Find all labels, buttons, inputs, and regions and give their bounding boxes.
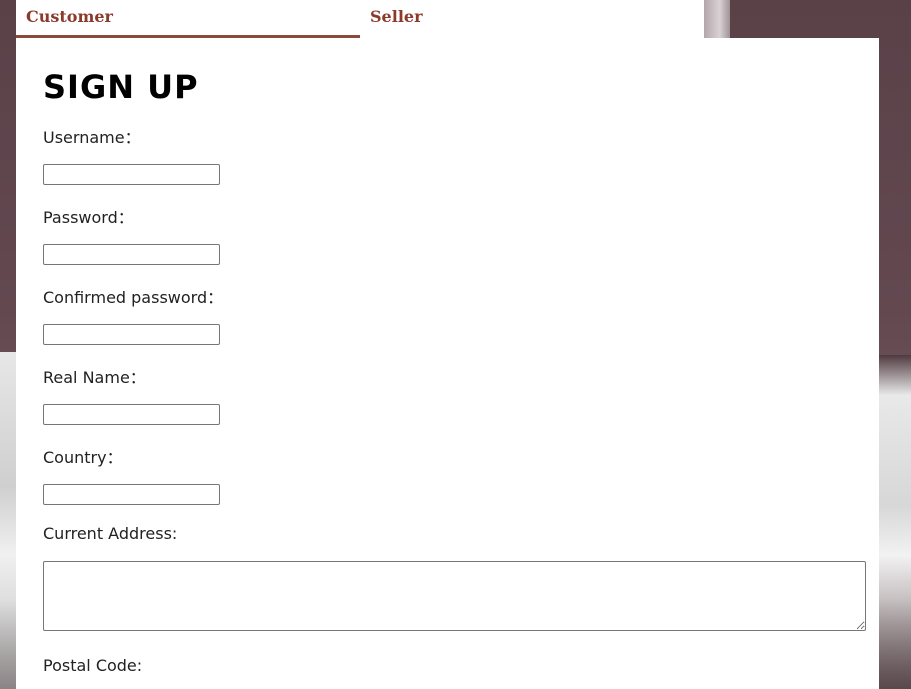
country-field[interactable] (43, 484, 220, 505)
confirm-password-label: Confirmed password： (43, 288, 224, 307)
postal-code-label: Postal Code: (43, 656, 143, 675)
tab-customer[interactable]: Customer (16, 0, 360, 38)
real-name-label: Real Name： (43, 368, 146, 387)
country-label: Country： (43, 448, 123, 467)
account-type-tabs: Customer Seller (16, 0, 704, 38)
password-field[interactable] (43, 244, 220, 265)
username-label: Username： (43, 128, 141, 147)
current-address-field[interactable] (43, 561, 866, 631)
real-name-field[interactable] (43, 404, 220, 425)
wall-frame-decoration (704, 0, 730, 40)
current-address-label: Current Address: (43, 524, 178, 543)
signup-form-panel: SIGN UP Username： Password： Confirmed pa… (16, 38, 879, 689)
page-title: SIGN UP (43, 68, 199, 106)
password-label: Password： (43, 208, 134, 227)
confirm-password-field[interactable] (43, 324, 220, 345)
tab-seller[interactable]: Seller (360, 0, 704, 38)
username-field[interactable] (43, 164, 220, 185)
